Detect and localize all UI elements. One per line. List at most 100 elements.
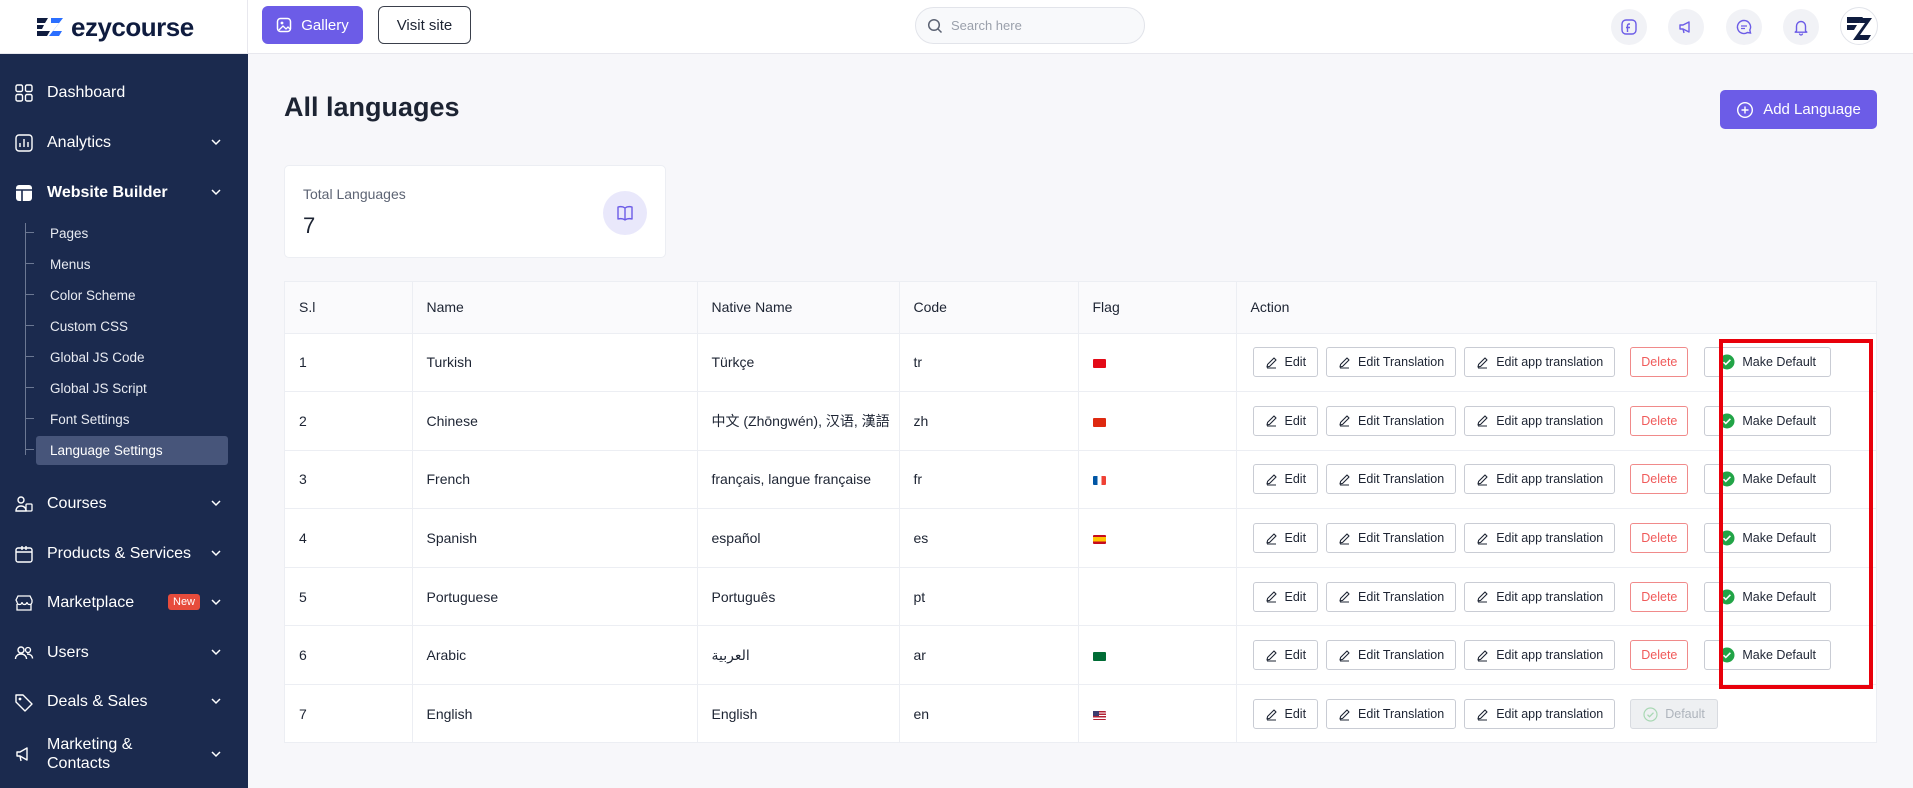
edit-button[interactable]: Edit (1252, 464, 1319, 495)
sidebar-subitem-pages[interactable]: Pages (25, 219, 228, 248)
cell-code: tr (899, 333, 1079, 393)
edit-button[interactable]: Edit (1252, 581, 1319, 612)
edit-translation-label: Edit Translation (1358, 355, 1445, 370)
messages-button[interactable] (1726, 9, 1762, 45)
edit-label: Edit (1284, 648, 1307, 663)
edit-app-translation-label: Edit app translation (1496, 413, 1604, 428)
flag-icon (1092, 413, 1106, 429)
edit-app-translation-button[interactable]: Edit app translation (1464, 581, 1616, 612)
edit-app-translation-button[interactable]: Edit app translation (1464, 405, 1616, 436)
delete-button[interactable]: Delete (1630, 581, 1689, 612)
cell-code: en (899, 684, 1079, 744)
table-row: 2 Chinese 中文 (Zhōngwén), 汉语, 漢語 zh Edit … (285, 391, 1876, 451)
edit-translation-button[interactable]: Edit Translation (1326, 523, 1457, 554)
pencil-icon (1477, 709, 1488, 721)
sidebar-item-label: Website Builder (47, 184, 168, 201)
pencil-icon (1265, 415, 1277, 427)
sidebar-item-products-services[interactable]: Products & Services (0, 529, 248, 579)
users-icon (14, 643, 34, 663)
edit-button[interactable]: Edit (1252, 347, 1319, 378)
cell-name: Arabic (412, 625, 698, 686)
languages-table: S.l Name Native Name Code Flag Action 1 … (284, 281, 1877, 744)
visit-site-button[interactable]: Visit site (378, 6, 471, 44)
search-input[interactable] (951, 18, 1121, 33)
add-language-button[interactable]: Add Language (1720, 90, 1877, 129)
edit-app-translation-label: Edit app translation (1496, 531, 1604, 546)
make-default-highlight (1719, 339, 1873, 689)
edit-app-translation-button[interactable]: Edit app translation (1464, 347, 1616, 378)
edit-app-translation-button[interactable]: Edit app translation (1464, 699, 1616, 730)
chevron-down-icon (211, 500, 221, 507)
sidebar-item-label: Courses (47, 495, 107, 512)
cell-flag (1078, 567, 1237, 627)
edit-button[interactable]: Edit (1252, 523, 1319, 554)
sidebar-item-marketplace[interactable]: Marketplace New (0, 578, 248, 628)
sidebar-item-deals-sales[interactable]: Deals & Sales (0, 677, 248, 727)
sidebar-item-analytics[interactable]: Analytics (0, 118, 248, 168)
new-badge: New (168, 594, 201, 610)
sidebar-item-dashboard[interactable]: Dashboard (0, 68, 248, 118)
delete-button[interactable]: Delete (1630, 347, 1689, 378)
pencil-icon (1265, 533, 1277, 545)
sidebar-item-marketing-contacts[interactable]: Marketing & Contacts (0, 726, 248, 782)
chevron-down-icon (211, 698, 221, 705)
sidebar-item-courses[interactable]: Courses (0, 479, 248, 529)
edit-app-translation-button[interactable]: Edit app translation (1464, 640, 1616, 671)
notifications-button[interactable] (1783, 9, 1819, 45)
column-header-name: Name (412, 282, 698, 334)
edit-button[interactable]: Edit (1252, 640, 1319, 671)
stat-value: 7 (303, 213, 316, 238)
edit-label: Edit (1284, 707, 1307, 722)
edit-translation-button[interactable]: Edit Translation (1326, 347, 1457, 378)
delete-label: Delete (1641, 472, 1678, 487)
edit-translation-button[interactable]: Edit Translation (1326, 699, 1457, 730)
brand-logo[interactable]: ezycourse (0, 0, 248, 54)
delete-button[interactable]: Delete (1630, 405, 1689, 436)
pencil-icon (1477, 533, 1488, 545)
column-header-code: Code (899, 282, 1079, 334)
pencil-icon (1477, 591, 1488, 603)
gallery-label: Gallery (301, 16, 349, 34)
edit-app-translation-button[interactable]: Edit app translation (1464, 523, 1616, 554)
avatar[interactable] (1840, 7, 1878, 45)
sidebar-subitem-global-js-code[interactable]: Global JS Code (25, 343, 228, 372)
pencil-icon (1339, 591, 1350, 603)
pencil-icon (1477, 357, 1488, 369)
edit-translation-button[interactable]: Edit Translation (1326, 640, 1457, 671)
delete-button[interactable]: Delete (1630, 523, 1689, 554)
delete-button[interactable]: Delete (1630, 464, 1689, 495)
sidebar: Dashboard Analytics Website Builder Page… (0, 54, 248, 788)
check-circle-icon (1643, 707, 1658, 722)
edit-translation-label: Edit Translation (1358, 648, 1445, 663)
sidebar-subitem-language-settings[interactable]: Language Settings (25, 436, 228, 465)
sidebar-item-users[interactable]: Users (0, 628, 248, 678)
edit-translation-button[interactable]: Edit Translation (1326, 464, 1457, 495)
table-row: 7 English English en Edit Edit Translati… (285, 684, 1876, 744)
cell-flag (1078, 625, 1237, 686)
edit-button[interactable]: Edit (1252, 699, 1319, 730)
edit-button[interactable]: Edit (1252, 405, 1319, 436)
sidebar-subitem-global-js-script[interactable]: Global JS Script (25, 374, 228, 403)
search-box[interactable] (915, 7, 1145, 44)
gallery-button[interactable]: Gallery (262, 6, 363, 44)
column-header-action: Action (1236, 282, 1876, 334)
book-icon (603, 191, 647, 235)
edit-label: Edit (1284, 355, 1307, 370)
edit-translation-button[interactable]: Edit Translation (1326, 581, 1457, 612)
cell-name: French (412, 450, 698, 510)
announcements-button[interactable] (1668, 9, 1704, 45)
sidebar-item-website-builder[interactable]: Website Builder (0, 168, 248, 218)
store-icon (14, 593, 34, 613)
sidebar-subitem-color-scheme[interactable]: Color Scheme (25, 281, 228, 310)
facebook-button[interactable] (1611, 9, 1647, 45)
chevron-down-icon (211, 189, 221, 196)
edit-translation-button[interactable]: Edit Translation (1326, 405, 1457, 436)
delete-label: Delete (1641, 648, 1678, 663)
edit-app-translation-button[interactable]: Edit app translation (1464, 464, 1616, 495)
flag-icon (1092, 471, 1106, 487)
sidebar-subitem-custom-css[interactable]: Custom CSS (25, 312, 228, 341)
edit-label: Edit (1284, 472, 1307, 487)
delete-button[interactable]: Delete (1630, 640, 1689, 671)
sidebar-subitem-menus[interactable]: Menus (25, 250, 228, 279)
sidebar-subitem-font-settings[interactable]: Font Settings (25, 405, 228, 434)
